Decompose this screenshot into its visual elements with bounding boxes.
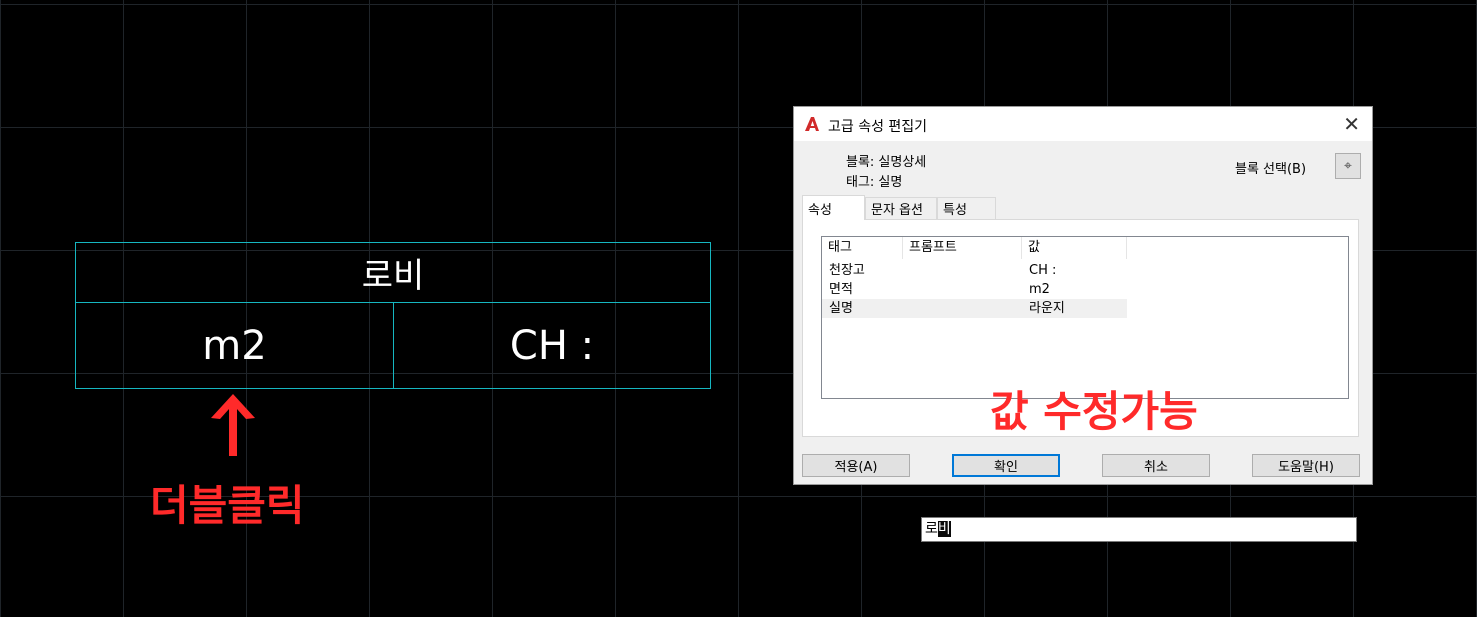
ceiling-height-text[interactable]: CH : <box>394 303 710 389</box>
column-header-value[interactable]: 값 <box>1022 237 1127 259</box>
tab-text-options[interactable]: 문자 옵션 <box>865 197 937 219</box>
tab-attribute[interactable]: 속성 <box>802 195 865 220</box>
dialog-title: 고급 속성 편집기 <box>828 119 928 135</box>
column-header-tag[interactable]: 태그 <box>822 237 903 259</box>
list-item[interactable]: 천장고 CH : <box>822 261 1127 280</box>
row-value: 라운지 <box>1029 301 1065 316</box>
row-tag: 천장고 <box>829 263 865 278</box>
row-tag: 실명 <box>829 301 853 316</box>
list-header: 태그 프롬프트 값 <box>822 237 1348 259</box>
up-arrow-icon <box>211 394 255 456</box>
value-text: 로 <box>925 521 938 537</box>
double-click-annotation: 더블클릭 <box>150 481 305 530</box>
row-value: m2 <box>1029 282 1050 297</box>
room-name-text[interactable]: 로비 <box>76 243 710 303</box>
close-icon[interactable]: ✕ <box>1343 114 1360 134</box>
list-item[interactable]: 면적 m2 <box>822 280 1127 299</box>
area-text[interactable]: m2 <box>76 303 394 389</box>
dialog-titlebar[interactable]: 고급 속성 편집기 ✕ <box>794 107 1372 141</box>
autocad-icon <box>805 117 819 131</box>
crosshair-icon: ⌖ <box>1344 158 1352 174</box>
block-select-label: 블록 선택(B) <box>1235 162 1307 177</box>
tab-properties[interactable]: 특성 <box>937 197 996 219</box>
tag-info: 태그: 실명 <box>846 175 903 190</box>
cancel-button[interactable]: 취소 <box>1102 454 1210 477</box>
select-block-button[interactable]: ⌖ <box>1335 153 1361 179</box>
row-tag: 면적 <box>829 282 853 297</box>
attribute-list[interactable]: 태그 프롬프트 값 천장고 CH : 면적 m2 실명 라운지 <box>821 236 1349 399</box>
editable-annotation: 값 수정가능 <box>990 387 1198 436</box>
list-item-selected[interactable]: 실명 라운지 <box>822 299 1127 318</box>
block-info: 블록: 실명상세 <box>846 155 927 170</box>
column-header-prompt[interactable]: 프롬프트 <box>903 237 1022 259</box>
cad-room-block[interactable]: 로비 m2 CH : <box>75 242 711 389</box>
help-button[interactable]: 도움말(H) <box>1252 454 1360 477</box>
ok-button[interactable]: 확인 <box>952 454 1060 477</box>
row-value: CH : <box>1029 263 1057 278</box>
apply-button[interactable]: 적용(A) <box>802 454 910 477</box>
value-label: 값(V): <box>879 525 915 540</box>
value-text-selected: 비 <box>937 521 951 537</box>
value-input[interactable]: 로비 <box>921 517 1357 542</box>
